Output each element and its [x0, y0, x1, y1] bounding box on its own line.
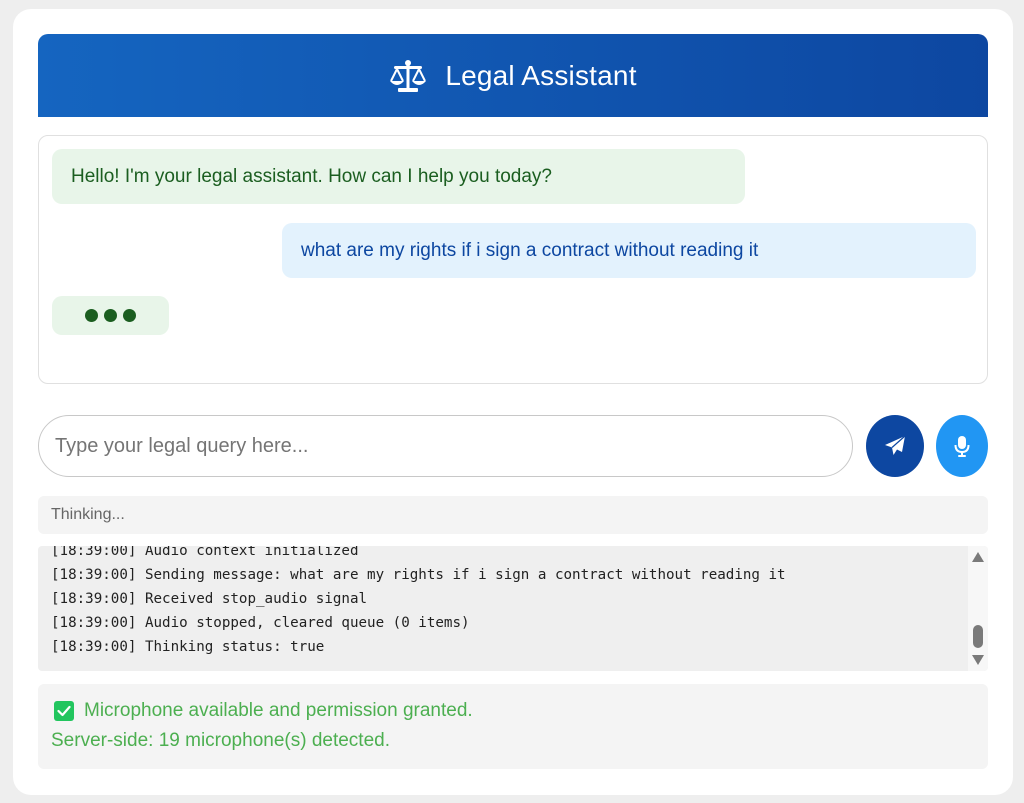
- paper-plane-icon: [884, 435, 906, 457]
- scale-balance-icon: [389, 59, 427, 93]
- microphone-icon: [954, 435, 970, 457]
- log-line: [18:39:00] Audio context initialized: [51, 546, 359, 559]
- query-input[interactable]: [38, 415, 853, 477]
- app-card: [13, 9, 1013, 795]
- scroll-thumb[interactable]: [973, 625, 983, 648]
- chat-window[interactable]: Hello! I'm your legal assistant. How can…: [38, 135, 988, 384]
- mic-count-text: Server-side: 19 microphone(s) detected.: [51, 730, 390, 751]
- typing-dot: [123, 309, 136, 322]
- microphone-status-panel: Microphone available and permission gran…: [38, 684, 988, 769]
- log-line: [18:39:00] Received stop_audio signal: [51, 591, 368, 607]
- typing-dot: [85, 309, 98, 322]
- thinking-status: Thinking...: [38, 496, 988, 534]
- assistant-message-text: Hello! I'm your legal assistant. How can…: [71, 165, 552, 187]
- log-line: [18:39:00] Thinking status: true: [51, 639, 325, 655]
- status-text: Thinking...: [51, 506, 125, 523]
- microphone-button[interactable]: [936, 415, 988, 477]
- page-title: Legal Assistant: [445, 59, 637, 91]
- mic-permission-line: Microphone available and permission gran…: [54, 700, 473, 722]
- mic-permission-text: Microphone available and permission gran…: [84, 700, 473, 721]
- log-lines: [18:39:00] Audio context initialized [18…: [51, 546, 964, 659]
- log-line: [18:39:00] Sending message: what are my …: [51, 567, 786, 583]
- typing-dot: [104, 309, 117, 322]
- assistant-message: Hello! I'm your legal assistant. How can…: [52, 149, 745, 204]
- log-line: [18:39:00] Audio stopped, cleared queue …: [51, 615, 470, 631]
- typing-indicator: [52, 296, 169, 335]
- user-message-text: what are my rights if i sign a contract …: [301, 239, 759, 261]
- scroll-down-arrow-icon[interactable]: [972, 655, 984, 665]
- log-scrollbar[interactable]: [968, 546, 988, 671]
- scroll-up-arrow-icon[interactable]: [972, 552, 984, 562]
- user-message: what are my rights if i sign a contract …: [282, 223, 976, 278]
- checkmark-icon: [54, 701, 74, 721]
- send-button[interactable]: [866, 415, 924, 477]
- debug-log[interactable]: [18:39:00] Audio context initialized [18…: [38, 546, 988, 671]
- app-header: Legal Assistant: [38, 34, 988, 117]
